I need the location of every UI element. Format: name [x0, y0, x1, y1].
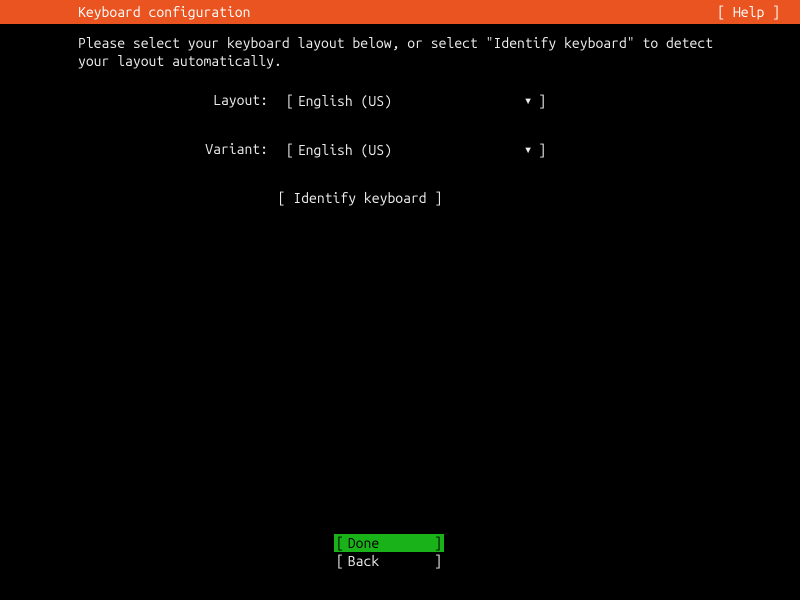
bracket-open: [ [286, 142, 294, 158]
identify-label: Identify keyboard [293, 190, 426, 206]
footer-nav: [Done] [Back] [0, 534, 800, 570]
layout-dropdown[interactable]: [ English (US) ▾ ] [286, 92, 546, 109]
back-label: Back [344, 553, 379, 569]
bracket-close: ] [427, 190, 443, 206]
header-bar: Keyboard configuration [ Help ] [0, 0, 800, 24]
bracket-open: [ [278, 190, 294, 206]
done-button[interactable]: [Done] [334, 534, 444, 552]
done-label: Done [344, 535, 379, 551]
layout-value: English (US) [294, 93, 524, 109]
back-button[interactable]: [Back] [334, 552, 444, 570]
identify-row: [ Identify keyboard ] [78, 190, 722, 206]
variant-value: English (US) [294, 142, 524, 158]
variant-dropdown[interactable]: [ English (US) ▾ ] [286, 141, 546, 158]
layout-row: Layout: [ English (US) ▾ ] [78, 92, 722, 109]
help-button[interactable]: [ Help ] [717, 4, 780, 20]
bracket-close: ] [434, 552, 444, 570]
chevron-down-icon: ▾ [524, 141, 532, 158]
chevron-down-icon: ▾ [524, 92, 532, 109]
identify-keyboard-button[interactable]: [ Identify keyboard ] [278, 190, 443, 206]
bracket-close: ] [434, 534, 444, 552]
variant-label: Variant: [178, 141, 268, 158]
bracket-open: [ [334, 535, 344, 551]
variant-row: Variant: [ English (US) ▾ ] [78, 141, 722, 158]
bracket-open: [ [334, 553, 344, 569]
page-title: Keyboard configuration [78, 4, 250, 20]
layout-label: Layout: [178, 92, 268, 109]
bracket-close: ] [538, 142, 546, 158]
bracket-close: ] [538, 93, 546, 109]
instruction-text: Please select your keyboard layout below… [78, 34, 722, 70]
content-area: Please select your keyboard layout below… [0, 24, 800, 206]
bracket-open: [ [286, 93, 294, 109]
